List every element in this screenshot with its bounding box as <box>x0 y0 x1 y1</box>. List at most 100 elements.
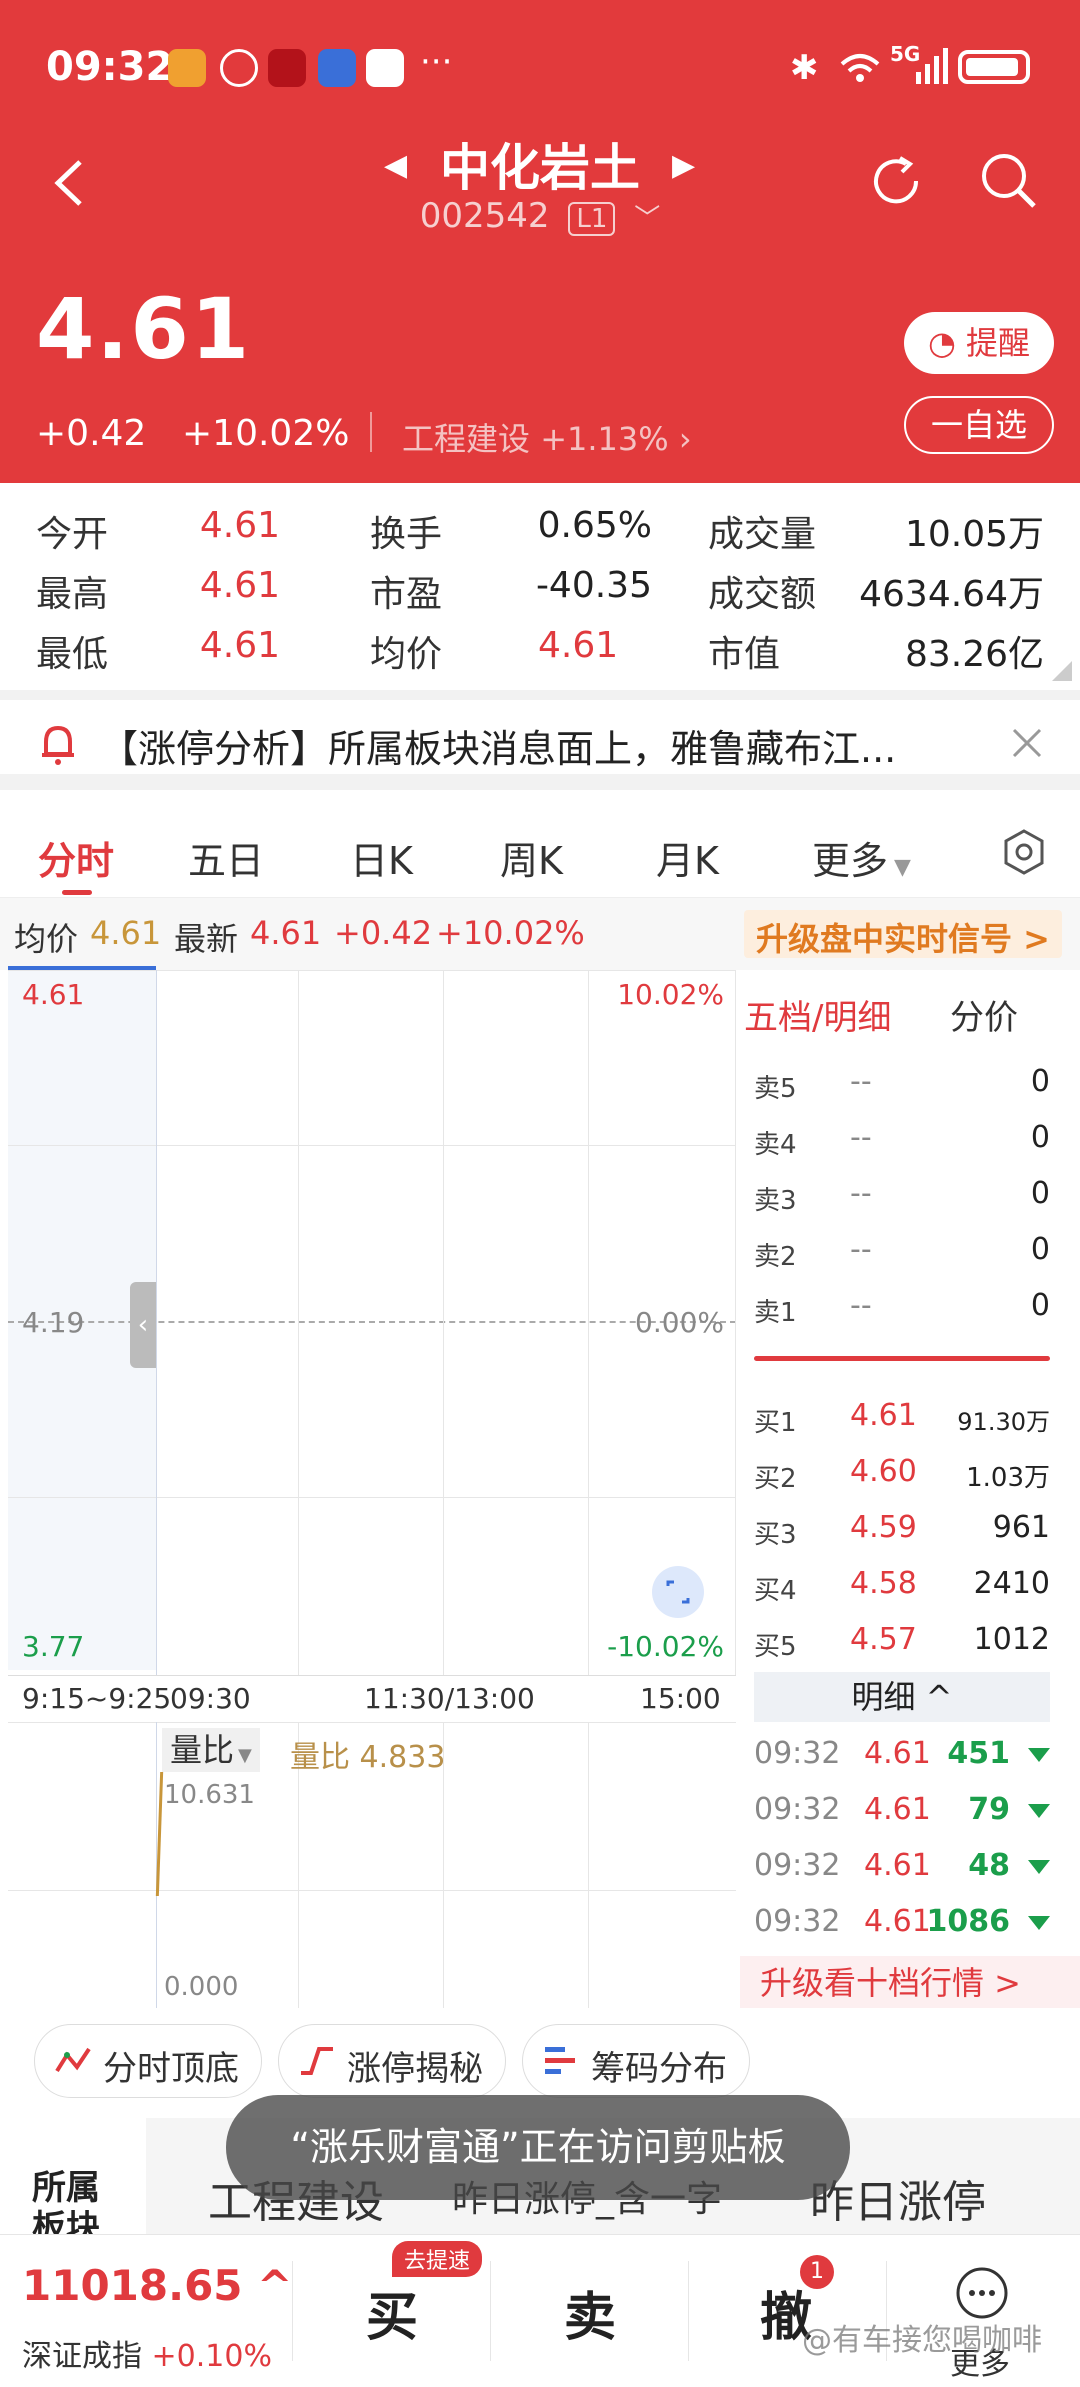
tab-week-k[interactable]: 周K <box>500 830 563 885</box>
volume-min-label: 0.000 <box>164 1972 239 2002</box>
upgrade-ten-level-link[interactable]: 升级看十档行情 > <box>740 1956 1080 2010</box>
collapse-handle[interactable]: ‹ <box>130 1282 156 1368</box>
stat-value: 10.05万 <box>904 514 1044 555</box>
bars-icon <box>545 2047 575 2074</box>
signal-icon <box>916 48 948 84</box>
trend-icon <box>55 2047 91 2073</box>
y-min-label: 3.77 <box>22 1630 85 1663</box>
refresh-icon[interactable] <box>868 152 926 210</box>
limit-up-notice[interactable]: 【涨停分析】所属板块消息面上，雅鲁藏布江... <box>0 690 1080 790</box>
caret-down-icon: ▼ <box>894 855 911 880</box>
sector-link[interactable]: 工程建设 +1.13% › <box>402 414 692 460</box>
bluetooth-icon: ✱ <box>790 48 819 88</box>
sector-row-label: 所属板块 <box>32 2168 100 2234</box>
chip-label: 分时顶底 <box>103 2049 239 2089</box>
zhangle-icon <box>366 49 404 87</box>
pct-min-label: -10.02% <box>607 1630 724 1663</box>
sell-row-4: 卖4 -- 0 <box>754 1120 1050 1160</box>
orderbook-tab[interactable]: 五档/明细 <box>744 990 891 1039</box>
chevron-right-icon: › <box>678 420 692 458</box>
x-label-open: 09:30 <box>170 1682 251 1715</box>
speed-up-badge: 去提速 <box>392 2241 483 2277</box>
divider <box>370 412 372 452</box>
upgrade-signal-link[interactable]: 升级盘中实时信号 > <box>744 910 1062 958</box>
sector-name: 工程建设 <box>402 420 531 458</box>
buy-row-4: 买4 4.58 2410 <box>754 1566 1050 1606</box>
latest-label: 最新 <box>174 920 239 958</box>
add-watchlist-button[interactable]: 一自选 <box>904 396 1054 454</box>
sell-row-2: 卖2 -- 0 <box>754 1232 1050 1272</box>
sell-row-3: 卖3 -- 0 <box>754 1176 1050 1216</box>
stat-value: -40.35 <box>535 565 652 606</box>
limit-up-secret-chip[interactable]: 涨停揭秘 <box>278 2024 506 2098</box>
detail-toggle[interactable]: 明细 ^ <box>754 1672 1050 1722</box>
tab-month-k[interactable]: 月K <box>656 830 719 885</box>
stats-grid: 今开 4.61 换手 0.65% 成交量 10.05万 最高 4.61 市盈 -… <box>0 483 1080 690</box>
stat-value: 83.26亿 <box>904 634 1044 675</box>
settings-icon[interactable] <box>1000 828 1048 876</box>
price-distribution-tab[interactable]: 分价 <box>950 990 1018 1039</box>
index-pct: +0.10% <box>151 2339 272 2374</box>
app-icon <box>318 49 356 87</box>
stat-value: 4634.64万 <box>859 574 1044 615</box>
expand-corner-icon[interactable] <box>1052 661 1072 681</box>
chip-label: 涨停揭秘 <box>347 2049 483 2089</box>
tab-day-k[interactable]: 日K <box>350 830 413 885</box>
y-max-label: 4.61 <box>22 978 85 1011</box>
stat-label: 市值 <box>708 634 781 675</box>
buy-row-5: 买5 4.57 1012 <box>754 1622 1050 1662</box>
index-value[interactable]: 11018.65 ^ <box>22 2261 292 2310</box>
stock-code: 002542 <box>419 196 550 236</box>
stat-label: 均价 <box>370 634 443 675</box>
buy-row-3: 买3 4.59 961 <box>754 1510 1050 1550</box>
chevron-down-icon: ﹀ <box>634 204 661 234</box>
app-notify-icon <box>168 49 206 87</box>
limit-up-icon <box>301 2047 333 2075</box>
volume-selector[interactable]: 量比 ▼ <box>162 1728 260 1772</box>
remind-button[interactable]: ◔ 提醒 <box>904 312 1054 374</box>
index-name[interactable]: 深证成指 +0.10% <box>22 2331 272 2375</box>
stat-label: 市盈 <box>370 574 443 615</box>
tab-more[interactable]: 更多 ▼ <box>812 830 911 885</box>
stat-label: 换手 <box>370 514 443 555</box>
current-price: 4.61 <box>36 280 252 378</box>
tab-intraday[interactable]: 分时 <box>38 830 114 885</box>
bottom-trade-bar: 11018.65 ^ 深证成指 +0.10% 买 去提速 卖 撤 1 更多 @有… <box>0 2234 1080 2387</box>
stat-value: 4.61 <box>199 505 280 546</box>
pct-max-label: 10.02% <box>617 978 724 1011</box>
stat-value: 0.65% <box>537 505 652 546</box>
down-triangle-icon <box>1028 1860 1050 1874</box>
status-time: 09:32 <box>46 44 174 90</box>
xuexi-icon <box>268 49 306 87</box>
sell-row-5: 卖5 -- 0 <box>754 1064 1050 1104</box>
order-book: 五档/明细 分价 卖5 -- 0 卖4 -- 0 卖3 -- 0 卖2 -- 0 卖1 -- 0 买… <box>740 970 1080 2010</box>
tab-five-day[interactable]: 五日 <box>188 830 264 885</box>
down-triangle-icon <box>1028 1804 1050 1818</box>
buy-row-1: 买1 4.61 91.30万 <box>754 1398 1050 1438</box>
avg-label: 均价 <box>14 920 79 958</box>
volume-ratio-pane: 量比 ▼ 量比 4.833 10.631 0.000 <box>8 1722 736 2009</box>
stat-label: 成交额 <box>708 574 817 615</box>
avg-value: 4.61 <box>90 914 162 952</box>
fullscreen-icon[interactable] <box>652 1566 704 1618</box>
volume-max-label: 10.631 <box>164 1780 255 1810</box>
close-icon[interactable] <box>1012 728 1042 758</box>
caret-down-icon: ▼ <box>238 1745 252 1766</box>
more-notify-icon: ··· <box>420 42 453 82</box>
level-badge: L1 <box>568 202 616 236</box>
battery-icon <box>958 50 1030 84</box>
watermark: @有车接您喝咖啡 <box>802 2323 1042 2358</box>
x-label-noon: 11:30/13:00 <box>364 1682 535 1715</box>
pct-mid-label: 0.00% <box>635 1306 724 1339</box>
intraday-top-bottom-chip[interactable]: 分时顶底 <box>34 2024 262 2098</box>
stat-label: 成交量 <box>708 514 817 555</box>
stat-label: 最低 <box>36 634 109 675</box>
chip-distribution-chip[interactable]: 筹码分布 <box>522 2024 750 2098</box>
latest-change: +0.42 <box>334 914 433 952</box>
more-icon[interactable] <box>954 2265 1010 2321</box>
stat-value: 4.61 <box>199 565 280 606</box>
sell-button[interactable]: 卖 <box>564 2275 616 2350</box>
buy-button[interactable]: 买 <box>366 2275 418 2350</box>
search-icon[interactable] <box>978 150 1038 210</box>
intraday-chart[interactable]: 4.61 4.19 3.77 10.02% 0.00% -10.02% ‹ 9:… <box>8 966 736 1715</box>
